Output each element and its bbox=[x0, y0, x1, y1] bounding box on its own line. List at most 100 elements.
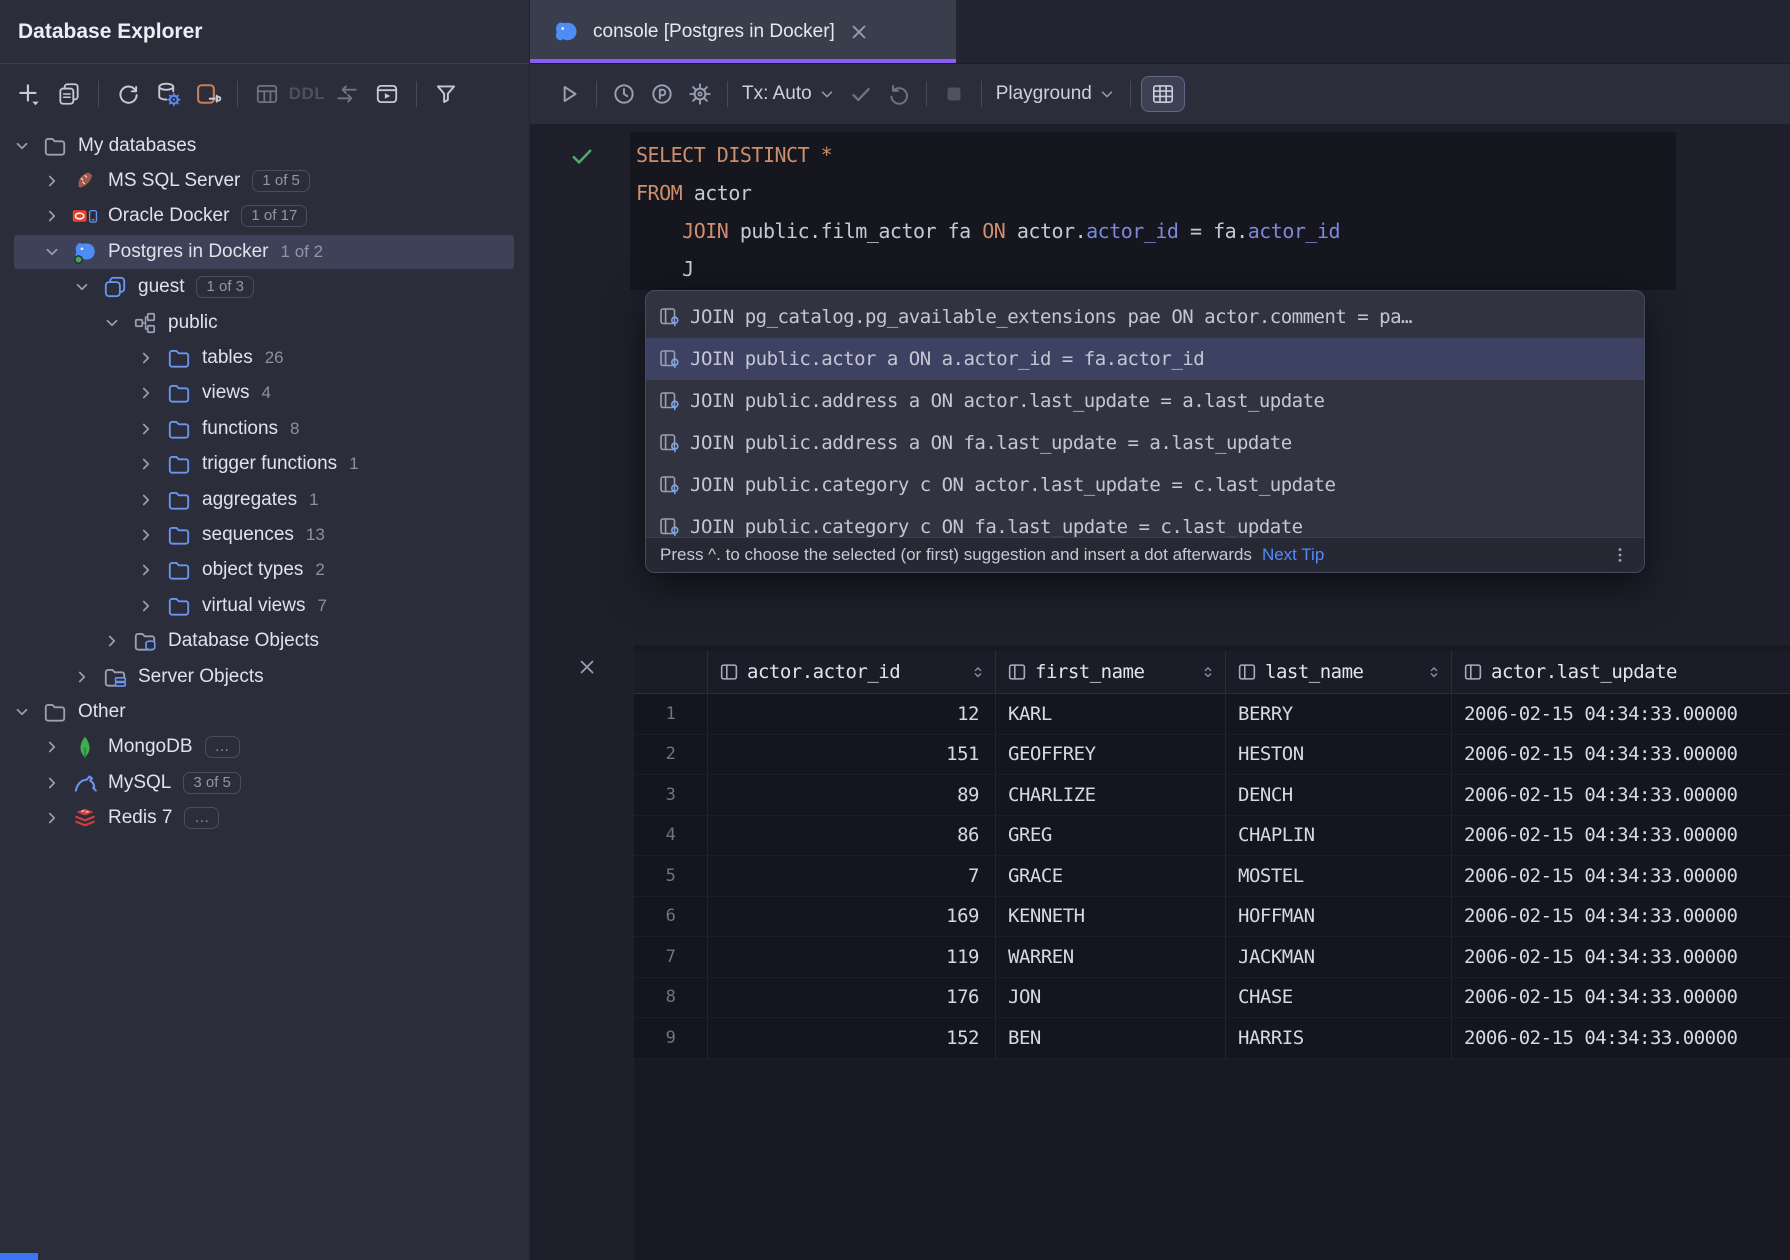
cell-last-update[interactable]: 2006-02-15 04:34:33.00000 bbox=[1452, 775, 1790, 815]
completion-item-4[interactable]: JOIN public.category c ON actor.last_upd… bbox=[646, 464, 1644, 506]
refresh-button[interactable] bbox=[111, 78, 145, 110]
tree-item-ms-sql-server[interactable]: MS SQL Server1 of 5 bbox=[0, 163, 529, 198]
chevron-right-icon[interactable] bbox=[136, 455, 156, 473]
chevron-down-icon[interactable] bbox=[42, 243, 62, 261]
ddl-button[interactable]: DDL bbox=[290, 78, 324, 110]
column-header-actor-actor_id[interactable]: actor.actor_id bbox=[708, 651, 996, 693]
filter-button[interactable] bbox=[429, 78, 463, 110]
tree-item-aggregates[interactable]: aggregates1 bbox=[0, 482, 529, 517]
row-number[interactable]: 6 bbox=[634, 897, 708, 937]
cell-first-name[interactable]: JON bbox=[996, 978, 1226, 1018]
tree-item-functions[interactable]: functions8 bbox=[0, 411, 529, 446]
column-header-first_name[interactable]: first_name bbox=[996, 651, 1226, 693]
cell-last-update[interactable]: 2006-02-15 04:34:33.00000 bbox=[1452, 1018, 1790, 1058]
cell-actor-id[interactable]: 119 bbox=[708, 937, 996, 977]
cell-actor-id[interactable]: 86 bbox=[708, 816, 996, 856]
cell-actor-id[interactable]: 176 bbox=[708, 978, 996, 1018]
chevron-right-icon[interactable] bbox=[102, 632, 122, 650]
column-header-actor-last_update[interactable]: actor.last_update bbox=[1452, 651, 1790, 693]
cell-actor-id[interactable]: 7 bbox=[708, 856, 996, 896]
tree-item-trigger-functions[interactable]: trigger functions1 bbox=[0, 447, 529, 482]
stop-button[interactable] bbox=[937, 78, 971, 110]
jump-to-table-button[interactable] bbox=[250, 78, 284, 110]
cell-first-name[interactable]: BEN bbox=[996, 1018, 1226, 1058]
chevron-down-icon[interactable] bbox=[12, 137, 32, 155]
row-number[interactable]: 1 bbox=[634, 694, 708, 734]
close-results-button[interactable] bbox=[570, 651, 604, 683]
tree-item-mysql[interactable]: MySQL3 of 5 bbox=[0, 765, 529, 800]
sort-icon[interactable] bbox=[969, 663, 987, 681]
chevron-right-icon[interactable] bbox=[42, 774, 62, 792]
tree-item-virtual-views[interactable]: virtual views7 bbox=[0, 588, 529, 623]
next-tip-link[interactable]: Next Tip bbox=[1262, 545, 1324, 565]
row-number[interactable]: 3 bbox=[634, 775, 708, 815]
cell-first-name[interactable]: GRACE bbox=[996, 856, 1226, 896]
row-number[interactable]: 9 bbox=[634, 1018, 708, 1058]
cell-last-name[interactable]: CHAPLIN bbox=[1226, 816, 1452, 856]
code-line-4[interactable]: J bbox=[636, 250, 1340, 288]
cell-last-update[interactable]: 2006-02-15 04:34:33.00000 bbox=[1452, 937, 1790, 977]
cell-first-name[interactable]: GEOFFREY bbox=[996, 735, 1226, 775]
tab-console-postgres[interactable]: console [Postgres in Docker] bbox=[530, 0, 956, 63]
history-button[interactable] bbox=[607, 78, 641, 110]
cell-last-name[interactable]: CHASE bbox=[1226, 978, 1452, 1018]
tree-item-object-types[interactable]: object types2 bbox=[0, 553, 529, 588]
cell-actor-id[interactable]: 169 bbox=[708, 897, 996, 937]
tree-item-public[interactable]: public bbox=[0, 305, 529, 340]
cell-last-update[interactable]: 2006-02-15 04:34:33.00000 bbox=[1452, 897, 1790, 937]
completion-item-1[interactable]: JOIN public.actor a ON a.actor_id = fa.a… bbox=[646, 338, 1644, 380]
chevron-right-icon[interactable] bbox=[136, 349, 156, 367]
cell-actor-id[interactable]: 12 bbox=[708, 694, 996, 734]
completion-item-0[interactable]: JOIN pg_catalog.pg_available_extensions … bbox=[646, 296, 1644, 338]
row-number[interactable]: 8 bbox=[634, 978, 708, 1018]
tree-item-sequences[interactable]: sequences13 bbox=[0, 517, 529, 552]
tx-mode-dropdown[interactable]: Tx: Auto bbox=[738, 83, 840, 105]
chevron-right-icon[interactable] bbox=[42, 738, 62, 756]
parameters-button[interactable] bbox=[645, 78, 679, 110]
cell-actor-id[interactable]: 151 bbox=[708, 735, 996, 775]
row-number[interactable]: 4 bbox=[634, 816, 708, 856]
sort-icon[interactable] bbox=[1199, 663, 1217, 681]
chevron-right-icon[interactable] bbox=[136, 561, 156, 579]
row-number[interactable]: 7 bbox=[634, 937, 708, 977]
settings-button[interactable] bbox=[683, 78, 717, 110]
chevron-down-icon[interactable] bbox=[72, 278, 92, 296]
cell-actor-id[interactable]: 152 bbox=[708, 1018, 996, 1058]
cell-first-name[interactable]: KARL bbox=[996, 694, 1226, 734]
sort-icon[interactable] bbox=[1425, 663, 1443, 681]
tree-item-redis-7[interactable]: Redis 7… bbox=[0, 800, 529, 835]
cell-last-name[interactable]: DENCH bbox=[1226, 775, 1452, 815]
chevron-down-icon[interactable] bbox=[102, 314, 122, 332]
chevron-right-icon[interactable] bbox=[136, 597, 156, 615]
rollback-button[interactable] bbox=[882, 78, 916, 110]
add-datasource-button[interactable] bbox=[12, 78, 46, 110]
tree-item-my-databases[interactable]: My databases bbox=[0, 128, 529, 163]
tree-item-other[interactable]: Other bbox=[0, 694, 529, 729]
chevron-right-icon[interactable] bbox=[136, 384, 156, 402]
code-line-2[interactable]: FROM actor bbox=[636, 174, 1340, 212]
cell-first-name[interactable]: KENNETH bbox=[996, 897, 1226, 937]
tree-item-postgres-in-docker[interactable]: Postgres in Docker1 of 2 bbox=[0, 234, 529, 269]
cell-last-name[interactable]: JACKMAN bbox=[1226, 937, 1452, 977]
tree-item-oracle-docker[interactable]: Oracle Docker1 of 17 bbox=[0, 199, 529, 234]
tree-item-database-objects[interactable]: Database Objects bbox=[0, 623, 529, 658]
duplicate-button[interactable] bbox=[52, 78, 86, 110]
chevron-right-icon[interactable] bbox=[42, 172, 62, 190]
cell-last-update[interactable]: 2006-02-15 04:34:33.00000 bbox=[1452, 856, 1790, 896]
playground-dropdown[interactable]: Playground bbox=[992, 83, 1120, 105]
cell-last-name[interactable]: HARRIS bbox=[1226, 1018, 1452, 1058]
cell-first-name[interactable]: CHARLIZE bbox=[996, 775, 1226, 815]
cell-first-name[interactable]: WARREN bbox=[996, 937, 1226, 977]
cell-last-name[interactable]: MOSTEL bbox=[1226, 856, 1452, 896]
close-tab-icon[interactable] bbox=[848, 21, 870, 43]
tree-item-guest[interactable]: guest1 of 3 bbox=[0, 270, 529, 305]
chevron-right-icon[interactable] bbox=[42, 809, 62, 827]
cell-last-update[interactable]: 2006-02-15 04:34:33.00000 bbox=[1452, 816, 1790, 856]
code-line-3[interactable]: JOIN public.film_actor fa ON actor.actor… bbox=[636, 212, 1340, 250]
tree-item-mongodb[interactable]: MongoDB… bbox=[0, 730, 529, 765]
compare-button[interactable] bbox=[330, 78, 364, 110]
chevron-right-icon[interactable] bbox=[136, 491, 156, 509]
row-number[interactable]: 2 bbox=[634, 735, 708, 775]
cell-first-name[interactable]: GREG bbox=[996, 816, 1226, 856]
view-as-table-button[interactable] bbox=[1141, 76, 1185, 112]
